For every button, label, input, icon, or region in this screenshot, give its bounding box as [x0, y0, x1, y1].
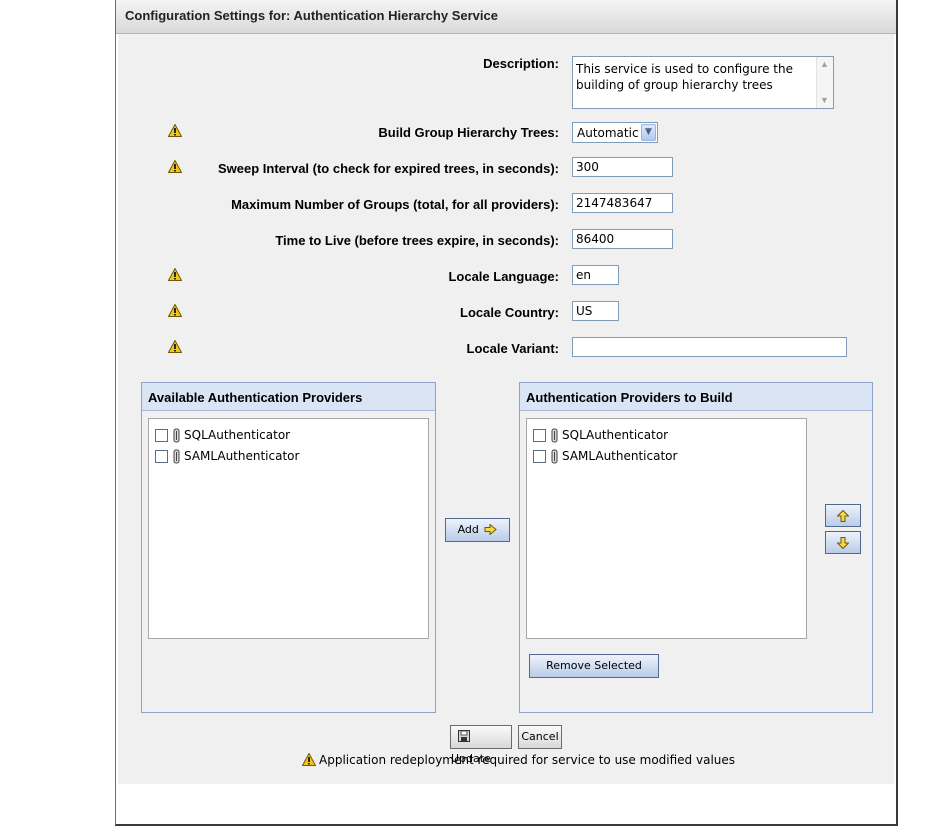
ttl-input[interactable]: 86400 [572, 229, 673, 249]
warning-icon [302, 753, 316, 766]
provider-icon [551, 449, 558, 464]
checkbox[interactable] [155, 429, 168, 442]
available-providers-title: Available Authentication Providers [142, 383, 435, 411]
checkbox[interactable] [533, 450, 546, 463]
max-groups-label: Maximum Number of Groups (total, for all… [231, 197, 559, 212]
chevron-down-icon[interactable]: ▼ [641, 124, 656, 141]
max-groups-input[interactable]: 2147483647 [572, 193, 673, 213]
build-group-select[interactable]: Automatic ▼ [572, 122, 658, 143]
provider-name: SQLAuthenticator [184, 428, 291, 442]
locale-variant-label: Locale Variant: [466, 341, 559, 356]
redeploy-notice: Application redeployment required for se… [319, 753, 736, 767]
build-providers-title: Authentication Providers to Build [520, 383, 872, 411]
available-providers-list[interactable]: SQLAuthenticator SAMLAuthenticator [148, 418, 429, 639]
locale-country-input[interactable]: US [572, 301, 619, 321]
save-icon [458, 730, 470, 742]
provider-name: SAMLAuthenticator [562, 449, 678, 463]
locale-language-label: Locale Language: [448, 269, 559, 284]
config-window: Configuration Settings for: Authenticati… [115, 0, 898, 826]
update-button[interactable]: Update [450, 725, 512, 765]
add-button[interactable]: Add [445, 518, 510, 542]
build-providers-panel: Authentication Providers to Build SQLAut… [519, 382, 873, 713]
build-providers-list[interactable]: SQLAuthenticator SAMLAuthenticator [526, 418, 807, 639]
locale-variant-input[interactable] [572, 337, 847, 357]
warning-icon [168, 268, 182, 281]
locale-country-label: Locale Country: [460, 305, 559, 320]
add-label: Add [457, 523, 479, 536]
remove-selected-button[interactable]: Remove Selected [529, 654, 659, 678]
cancel-button[interactable]: Cancel [518, 725, 562, 749]
description-textarea[interactable]: This service is used to configure the bu… [572, 56, 834, 109]
sweep-interval-input[interactable]: 300 [572, 157, 673, 177]
build-group-label: Build Group Hierarchy Trees: [378, 125, 559, 140]
provider-icon [173, 449, 180, 464]
locale-language-input[interactable]: en [572, 265, 619, 285]
warning-icon [168, 160, 182, 173]
settings-content: Description: This service is used to con… [118, 34, 894, 784]
move-up-button[interactable] [825, 504, 861, 527]
provider-name: SQLAuthenticator [562, 428, 669, 442]
provider-icon [551, 428, 558, 443]
description-text: This service is used to configure the bu… [576, 62, 793, 92]
page-title: Configuration Settings for: Authenticati… [125, 8, 498, 23]
ttl-label: Time to Live (before trees expire, in se… [275, 233, 559, 248]
scroll-up-icon[interactable]: ▲ [820, 60, 829, 69]
arrow-up-icon [836, 509, 850, 522]
sweep-interval-label: Sweep Interval (to check for expired tre… [218, 161, 559, 176]
arrow-down-icon [836, 537, 850, 550]
warning-icon [168, 340, 182, 353]
warning-icon [168, 124, 182, 137]
available-providers-panel: Available Authentication Providers SQLAu… [141, 382, 436, 713]
title-bar: Configuration Settings for: Authenticati… [116, 0, 896, 34]
checkbox[interactable] [155, 450, 168, 463]
description-label: Description: [483, 56, 559, 71]
arrow-right-icon [484, 523, 498, 536]
provider-icon [173, 428, 180, 443]
description-scrollbar[interactable]: ▲ ▼ [816, 57, 833, 108]
warning-icon [168, 304, 182, 317]
checkbox[interactable] [533, 429, 546, 442]
move-down-button[interactable] [825, 531, 861, 554]
scroll-down-icon[interactable]: ▼ [820, 96, 829, 105]
build-group-value: Automatic [577, 126, 639, 140]
provider-name: SAMLAuthenticator [184, 449, 300, 463]
